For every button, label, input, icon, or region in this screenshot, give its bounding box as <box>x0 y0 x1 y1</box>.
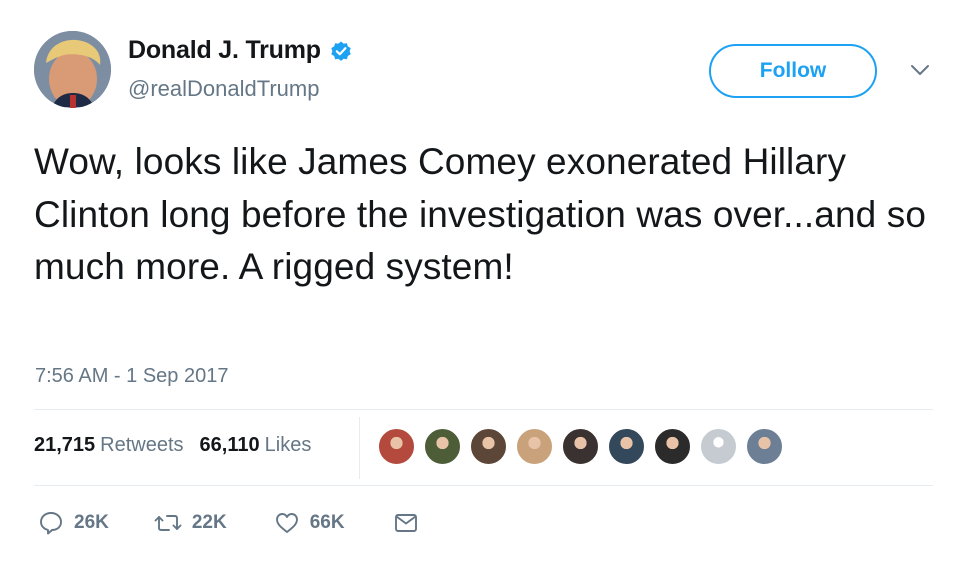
like-button[interactable]: 66K <box>274 510 345 536</box>
user-display-name[interactable]: Donald J. Trump <box>128 36 321 65</box>
heart-icon <box>275 513 298 533</box>
liker-avatar[interactable] <box>700 428 737 465</box>
like-count: 66K <box>309 512 345 533</box>
liker-avatar[interactable] <box>654 428 691 465</box>
user-handle[interactable]: @realDonaldTrump <box>128 76 319 102</box>
reply-button[interactable]: 26K <box>38 510 109 536</box>
reply-icon <box>40 512 62 535</box>
liker-avatar[interactable] <box>424 428 461 465</box>
liker-avatar[interactable] <box>562 428 599 465</box>
liker-avatar[interactable] <box>746 428 783 465</box>
likes-stat[interactable]: 66,110 Likes <box>200 434 312 457</box>
retweet-icon <box>154 515 182 531</box>
tweet-stats: 21,715 Retweets 66,110 Likes <box>34 434 311 457</box>
likes-label: Likes <box>264 434 312 456</box>
liker-avatar[interactable] <box>608 428 645 465</box>
liker-avatar[interactable] <box>470 428 507 465</box>
tweet-timestamp[interactable]: 7:56 AM - 1 Sep 2017 <box>35 365 228 388</box>
retweets-count: 21,715 <box>34 434 96 456</box>
profile-avatar[interactable] <box>34 31 111 108</box>
chevron-down-icon[interactable] <box>909 62 931 78</box>
divider-top <box>34 409 933 410</box>
liker-avatar[interactable] <box>516 428 553 465</box>
reply-count: 26K <box>74 512 109 533</box>
stats-separator <box>359 417 360 479</box>
liker-avatar[interactable] <box>378 428 415 465</box>
tweet-text: Wow, looks like James Comey exonerated H… <box>34 141 926 287</box>
retweets-stat[interactable]: 21,715 Retweets <box>34 434 184 457</box>
likes-count: 66,110 <box>199 434 260 456</box>
retweet-count: 22K <box>191 512 227 533</box>
tweet-actions: 26K 22K 66K <box>38 510 419 536</box>
profile-photo <box>34 31 111 108</box>
direct-message-button[interactable] <box>393 510 419 536</box>
retweet-button[interactable]: 22K <box>154 510 227 536</box>
liked-by-avatars <box>378 428 792 465</box>
envelope-icon <box>394 514 417 532</box>
follow-button[interactable]: Follow <box>709 44 877 98</box>
retweets-label: Retweets <box>100 434 184 456</box>
verified-badge-icon <box>331 41 351 61</box>
divider-bottom <box>34 485 933 486</box>
